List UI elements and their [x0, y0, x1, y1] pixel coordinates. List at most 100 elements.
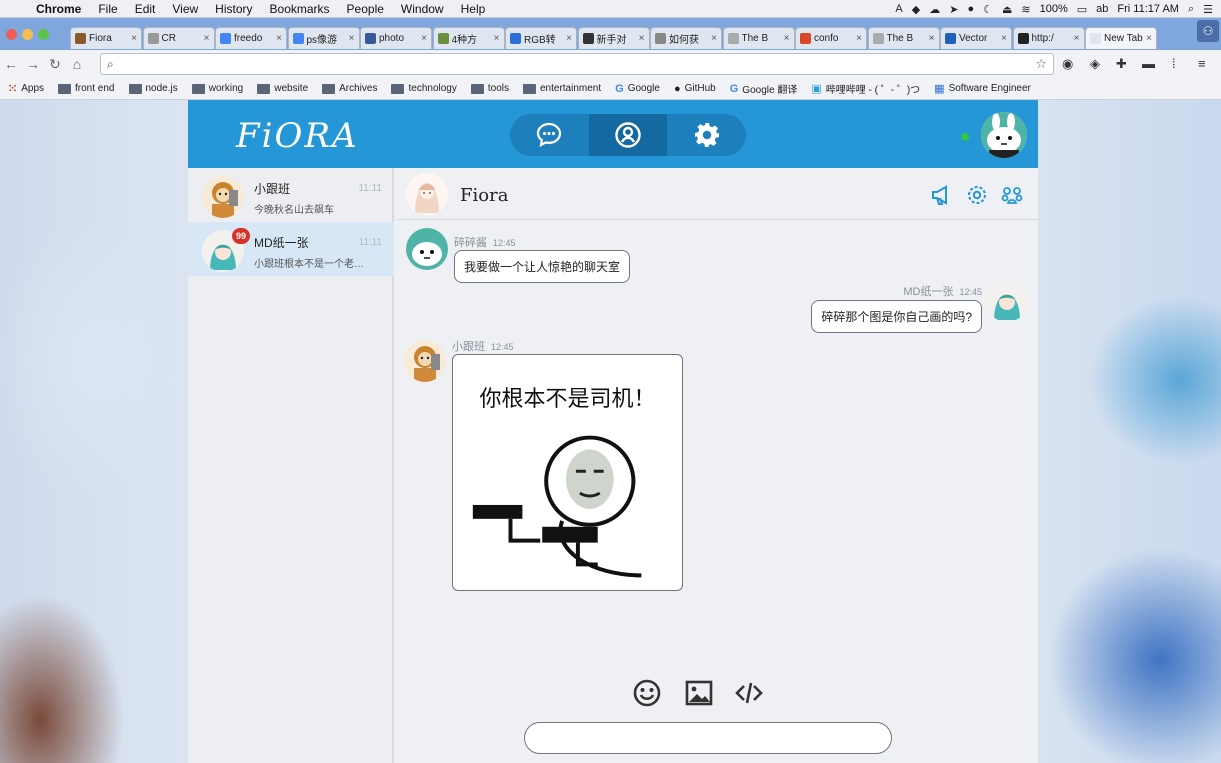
extension-glasses-icon[interactable]: ▬ — [1142, 56, 1155, 71]
tab-close-icon[interactable]: × — [494, 33, 500, 44]
forward-arrow-icon[interactable]: → — [22, 56, 44, 72]
zoom-window-icon[interactable] — [38, 29, 49, 40]
bookmark-6[interactable]: technology — [391, 83, 457, 94]
tab-5[interactable]: 4种方 × — [432, 27, 505, 49]
bookmark-1[interactable]: front end — [58, 83, 115, 94]
tab-close-icon[interactable]: × — [639, 33, 645, 44]
notification-icon[interactable]: ● — [967, 3, 974, 15]
menu-bookmarks[interactable]: Bookmarks — [270, 2, 330, 16]
tab-7[interactable]: 新手对 × — [577, 27, 650, 49]
nav-profile-button[interactable] — [588, 114, 668, 156]
bookmark-8[interactable]: entertainment — [522, 83, 601, 94]
message-avatar[interactable] — [406, 228, 448, 270]
tab-close-icon[interactable]: × — [566, 33, 572, 44]
bookmark-12[interactable]: ▣ 哔哩哔哩 - ( ゜- ゜)つ — [811, 81, 920, 96]
search-icon[interactable]: ⌕ — [1188, 3, 1194, 16]
megaphone-icon[interactable] — [930, 183, 954, 207]
chrome-menu-icon[interactable]: ≡ — [1198, 56, 1206, 71]
extension-grid-icon[interactable]: ⁞ — [1172, 56, 1176, 71]
extension-puzzle-icon[interactable]: ✚ — [1116, 56, 1127, 72]
bookmark-3[interactable]: working — [191, 83, 243, 94]
extension-speaker-icon[interactable]: ◉ — [1062, 56, 1073, 72]
bookmark-7[interactable]: tools — [470, 83, 509, 94]
emoji-smile-icon[interactable] — [632, 678, 662, 708]
settings-gear-icon[interactable] — [965, 183, 989, 207]
minimize-window-icon[interactable] — [22, 29, 33, 40]
bookmark-star-icon[interactable]: ☆ — [1035, 56, 1047, 72]
bookmark-10[interactable]: ● GitHub — [674, 83, 716, 95]
menu-people[interactable]: People — [347, 2, 384, 16]
bookmark-5[interactable]: Archives — [322, 83, 377, 94]
conversation-item-xiaogenban[interactable]: 小跟班 今晚秋名山去飙车 11:11 — [188, 168, 394, 222]
extension-translate-icon[interactable]: ◈ — [1090, 56, 1100, 72]
tab-close-icon[interactable]: × — [204, 33, 210, 44]
bookmark-2[interactable]: node.js — [128, 83, 178, 94]
back-arrow-icon[interactable]: ← — [0, 56, 22, 72]
eject-icon[interactable]: ⏏ — [1002, 3, 1012, 16]
tab-10[interactable]: confo × — [795, 27, 867, 49]
menubar-clock[interactable]: Fri 11:17 AM — [1117, 3, 1179, 15]
moon-icon[interactable]: ☾ — [983, 3, 993, 16]
code-icon[interactable] — [734, 678, 764, 708]
image-message[interactable]: 你根本不是司机！ — [452, 354, 683, 591]
tab-6[interactable]: RGB转 × — [505, 27, 577, 49]
reload-icon[interactable]: ↻ — [44, 56, 66, 73]
message-input[interactable] — [524, 722, 892, 754]
nav-settings-button[interactable] — [667, 114, 746, 156]
send-icon[interactable]: ➤ — [949, 3, 958, 16]
user-avatar[interactable] — [981, 112, 1027, 158]
nav-chat-button[interactable] — [510, 114, 589, 156]
tab-8[interactable]: 如何获 × — [650, 27, 722, 49]
close-window-icon[interactable] — [6, 29, 17, 40]
tab-2[interactable]: freedo × — [215, 27, 287, 49]
shield-icon[interactable]: ◆ — [912, 3, 920, 16]
group-members-icon[interactable] — [1000, 183, 1024, 207]
menu-app-chrome[interactable]: Chrome — [36, 2, 81, 16]
menu-file[interactable]: File — [98, 2, 117, 16]
battery-icon[interactable]: ▭ — [1077, 3, 1087, 16]
message-avatar[interactable] — [404, 340, 446, 382]
menu-edit[interactable]: Edit — [135, 2, 156, 16]
image-upload-icon[interactable] — [684, 678, 714, 708]
bookmark-9[interactable]: G Google — [615, 83, 660, 95]
omnibox-input[interactable] — [119, 55, 1036, 73]
tab-close-icon[interactable]: × — [784, 33, 790, 44]
input-method-icon[interactable]: ab — [1096, 3, 1108, 15]
adobe-icon[interactable]: A — [895, 3, 902, 15]
tab-11[interactable]: The B × — [867, 27, 940, 49]
menu-help[interactable]: Help — [461, 2, 486, 16]
tab-close-icon[interactable]: × — [421, 33, 427, 44]
menu-history[interactable]: History — [215, 2, 252, 16]
tab-close-icon[interactable]: × — [131, 33, 137, 44]
group-avatar[interactable] — [406, 173, 448, 215]
tab-1[interactable]: CR × — [142, 27, 215, 49]
cloud-icon[interactable]: ☁ — [929, 3, 940, 16]
notification-center-icon[interactable]: ☰ — [1203, 3, 1213, 16]
tab-9[interactable]: The B × — [722, 27, 795, 49]
tab-close-icon[interactable]: × — [1001, 33, 1007, 44]
tab-13[interactable]: http:/ × — [1012, 27, 1085, 49]
conversation-item-md[interactable]: 99 MD纸一张 小跟班根本不是一个老司机 11:11 — [188, 222, 394, 276]
tab-close-icon[interactable]: × — [1074, 33, 1080, 44]
tab-close-icon[interactable]: × — [1146, 33, 1152, 44]
tab-0[interactable]: Fiora × — [70, 27, 142, 49]
bookmark-11[interactable]: G Google 翻译 — [730, 81, 798, 97]
tab-close-icon[interactable]: × — [711, 33, 717, 44]
tab-close-icon[interactable]: × — [856, 33, 862, 44]
tab-4[interactable]: photo × — [360, 27, 432, 49]
tab-3[interactable]: ps像游 × — [287, 27, 360, 49]
menu-window[interactable]: Window — [401, 2, 444, 16]
tab-close-icon[interactable]: × — [929, 33, 935, 44]
home-icon[interactable]: ⌂ — [66, 56, 88, 72]
tab-12[interactable]: Vector × — [940, 27, 1012, 49]
tab-close-icon[interactable]: × — [276, 33, 282, 44]
profile-icon[interactable]: ⚇ — [1197, 20, 1219, 42]
bookmark-13[interactable]: ▦ Software Engineer — [934, 82, 1031, 95]
wifi-icon[interactable]: ≋ — [1021, 3, 1030, 16]
tab-14[interactable]: New Tab × — [1085, 27, 1157, 49]
bookmark-0[interactable]: ⁙ Apps — [8, 82, 44, 95]
menu-view[interactable]: View — [172, 2, 198, 16]
bookmark-4[interactable]: website — [257, 83, 308, 94]
tab-close-icon[interactable]: × — [349, 33, 355, 44]
message-avatar[interactable] — [986, 280, 1028, 322]
